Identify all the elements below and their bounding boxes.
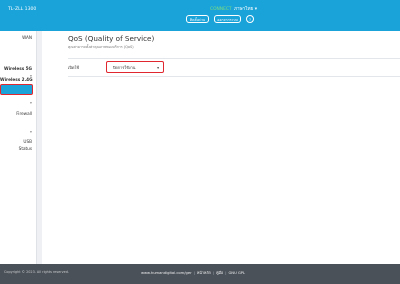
sidebar-item-wan[interactable]: WAN — [0, 35, 36, 40]
sidebar-item-status[interactable]: Status — [0, 146, 36, 151]
footer-link-manual[interactable]: คู่มือ — [216, 271, 223, 275]
page-title: QoS (Quality of Service) — [68, 34, 155, 43]
sidebar-item-wireless-2g[interactable]: Wireless 2.4G — [0, 77, 36, 82]
sidebar-item-qos[interactable] — [0, 84, 33, 95]
divider — [68, 58, 400, 59]
select-value: ปิดการใช้งาน — [113, 64, 136, 70]
main-panel: QoS (Quality of Service) คุณสามารถตั้งค่… — [42, 31, 400, 264]
divider — [68, 76, 400, 77]
logout-button[interactable]: ออกจากระบบ — [214, 15, 241, 23]
sidebar-item-wireless-5g[interactable]: Wireless 5G — [0, 66, 36, 71]
model-name: TL-ZLL 1300 — [8, 7, 37, 12]
qos-enable-select[interactable]: ปิดการใช้งาน ▾ — [106, 61, 164, 73]
sidebar: WAN Wireless 5G ▾ Wireless 2.4G ▾ Firewa… — [0, 31, 37, 264]
footer-links: www.humandigital.com/ger | หน้าหลัก | คู่มือ… — [141, 270, 245, 276]
page-subtitle: คุณสามารถตั้งค่าคุณภาพของบริการ (QoS) — [68, 45, 134, 49]
sidebar-item-firewall[interactable]: Firewall — [0, 111, 36, 116]
qos-enable-label: เปิดใช้ — [68, 65, 80, 70]
help-button[interactable]: ? — [246, 15, 254, 23]
sidebar-item-usb[interactable]: USB — [0, 139, 36, 144]
quick-setup-button[interactable]: ติดตั้งด่วน — [186, 15, 209, 23]
footer: Copyright © 2023. All rights reserved. w… — [0, 264, 400, 284]
separator: | — [193, 271, 195, 275]
chevron-down-icon: ▾ — [30, 129, 32, 134]
separator: | — [225, 271, 227, 275]
language-selector[interactable]: ภาษาไทย ▾ — [234, 6, 257, 13]
chevron-down-icon: ▾ — [30, 100, 32, 105]
separator: | — [212, 271, 215, 275]
caret-down-icon: ▾ — [157, 64, 159, 70]
footer-link-gpl[interactable]: GNU GPL — [228, 271, 245, 275]
top-header: TL-ZLL 1300 CONNECT ภาษาไทย ▾ ติดตั้งด่ว… — [0, 0, 400, 31]
copyright-text: Copyright © 2023. All rights reserved. — [4, 270, 69, 274]
footer-link-home[interactable]: หน้าหลัก — [197, 271, 211, 275]
connection-status: CONNECT — [210, 7, 232, 12]
footer-link-website[interactable]: www.humandigital.com/ger — [141, 271, 192, 275]
